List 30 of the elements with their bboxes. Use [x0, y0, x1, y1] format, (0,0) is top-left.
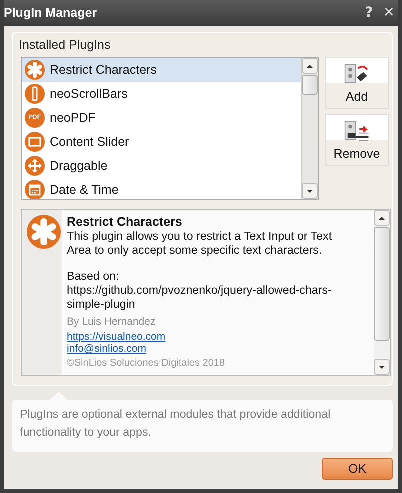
plugin-title: Restrict Characters — [67, 215, 184, 229]
scroll-thumb[interactable] — [302, 75, 318, 95]
plugin-item[interactable]: neoScrollBars — [22, 82, 301, 106]
plugin-description: This plugin allows you to restrict a Text Input or Text Area to only accept some specific text characters. — [67, 230, 334, 258]
scrollbar-icon — [25, 84, 45, 104]
ok-button[interactable]: OK — [322, 458, 393, 480]
asterisk-icon — [27, 215, 61, 249]
window-title: PlugIn Manager — [4, 6, 98, 20]
close-button[interactable]: ✕ — [380, 5, 398, 21]
asterisk-icon — [25, 60, 45, 80]
slider-icon — [25, 132, 45, 152]
based-on-label: Based on: — [67, 270, 120, 284]
add-button[interactable]: Add — [325, 57, 389, 109]
group-label: Installed PlugIns — [17, 38, 113, 52]
link[interactable]: https://visualneo.com — [67, 331, 166, 343]
author-text: By Luis Hernandez — [67, 316, 157, 328]
scroll-thumb[interactable] — [374, 227, 390, 341]
remove-button[interactable]: Remove — [325, 114, 389, 166]
link[interactable]: info@sinlios.com — [67, 343, 147, 355]
plugin-item[interactable]: Content Slider — [22, 130, 301, 154]
plugin-item[interactable]: Date & Time — [22, 178, 301, 199]
copyright-text: ©SinLios Soluciones Digitales 2018 — [67, 358, 226, 369]
scrollbar[interactable] — [374, 210, 390, 375]
info-text: PlugIns are optional external modules that provide additional functionality to your apps. — [20, 408, 331, 439]
plugin-item[interactable]: Restrict Characters — [22, 58, 301, 82]
source-url: https://github.com/pvoznenko/jquery-allowed-chars-simple-plugin — [67, 284, 333, 312]
scrollbar[interactable] — [301, 58, 318, 199]
move-icon — [25, 156, 45, 176]
plugin-item[interactable]: Draggable — [22, 154, 301, 178]
help-button[interactable]: ? — [362, 5, 376, 21]
